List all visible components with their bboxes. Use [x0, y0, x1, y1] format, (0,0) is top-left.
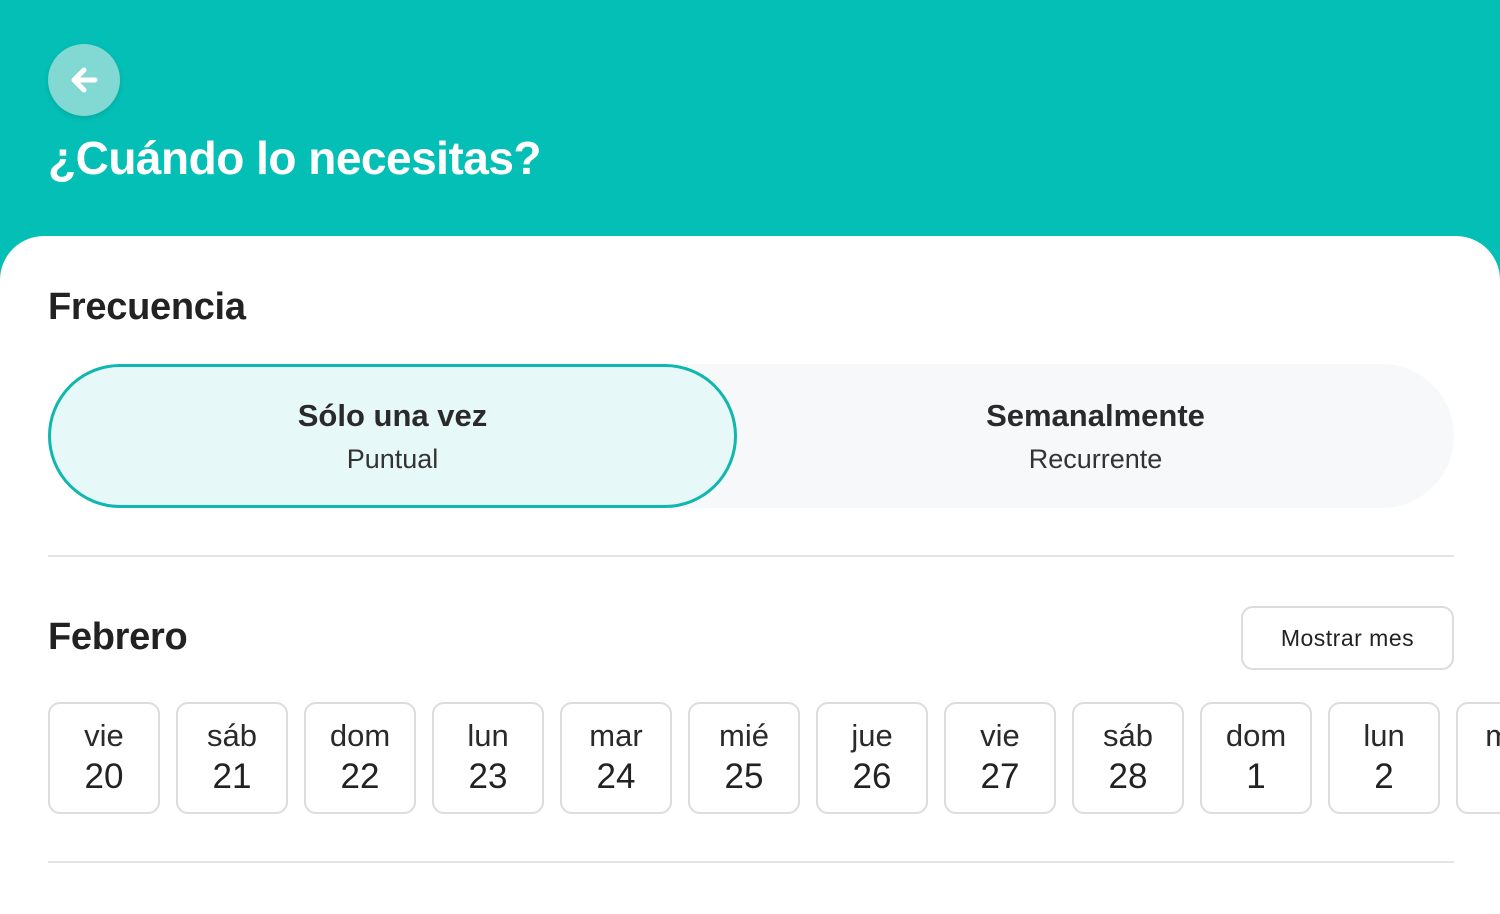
arrow-left-icon: [71, 67, 98, 93]
day-name: mié: [719, 718, 769, 753]
day-item[interactable]: dom 22: [304, 702, 416, 814]
day-selector: vie 20 sáb 21 dom 22 lun 23 mar 24 mié 2…: [48, 702, 1500, 814]
frequency-option-weekly[interactable]: Semanalmente Recurrente: [737, 364, 1454, 508]
content-sheet: Frecuencia Sólo una vez Puntual Semanalm…: [0, 236, 1500, 914]
day-number: 27: [980, 757, 1020, 796]
back-button[interactable]: [48, 44, 120, 116]
day-item[interactable]: sáb 21: [176, 702, 288, 814]
day-name: sáb: [207, 718, 257, 753]
day-number: 20: [84, 757, 124, 796]
day-number: 26: [852, 757, 892, 796]
divider: [48, 555, 1454, 557]
day-name: dom: [1225, 718, 1287, 753]
day-number: 22: [340, 757, 380, 796]
day-number: 25: [724, 757, 764, 796]
day-number: 2: [1374, 757, 1394, 796]
month-title: Febrero: [48, 616, 188, 658]
day-name: mar: [589, 718, 643, 753]
frequency-option-label: Semanalmente: [986, 397, 1205, 433]
show-month-button[interactable]: Mostrar mes: [1241, 606, 1454, 670]
day-number: 28: [1108, 757, 1148, 796]
day-number: 24: [596, 757, 636, 796]
day-name: sáb: [1103, 718, 1153, 753]
frequency-title: Frecuencia: [48, 286, 246, 328]
frequency-option-sublabel: Recurrente: [1028, 443, 1163, 474]
day-name: dom: [329, 718, 391, 753]
day-name: mar: [1485, 718, 1500, 753]
day-item[interactable]: mar 24: [560, 702, 672, 814]
frequency-option-label: Sólo una vez: [297, 397, 488, 433]
day-name: vie: [84, 718, 124, 753]
day-name: jue: [851, 718, 893, 753]
header: ¿Cuándo lo necesitas?: [0, 0, 1500, 260]
page-title: ¿Cuándo lo necesitas?: [48, 132, 542, 184]
divider: [48, 861, 1454, 863]
day-number: 1: [1246, 757, 1266, 796]
day-item[interactable]: lun 2: [1328, 702, 1440, 814]
frequency-segmented-control: Sólo una vez Puntual Semanalmente Recurr…: [48, 364, 1454, 508]
day-item[interactable]: jue 26: [816, 702, 928, 814]
day-name: lun: [467, 718, 509, 753]
day-item[interactable]: lun 23: [432, 702, 544, 814]
day-item[interactable]: mié 25: [688, 702, 800, 814]
day-number: 21: [212, 757, 252, 796]
day-number: 23: [468, 757, 508, 796]
frequency-option-sublabel: Puntual: [346, 443, 439, 474]
day-item[interactable]: mar 3: [1456, 702, 1500, 814]
day-item[interactable]: dom 1: [1200, 702, 1312, 814]
day-item[interactable]: vie 27: [944, 702, 1056, 814]
frequency-option-once[interactable]: Sólo una vez Puntual: [48, 364, 737, 508]
day-name: lun: [1363, 718, 1405, 753]
day-name: vie: [980, 718, 1020, 753]
day-item[interactable]: sáb 28: [1072, 702, 1184, 814]
day-item[interactable]: vie 20: [48, 702, 160, 814]
